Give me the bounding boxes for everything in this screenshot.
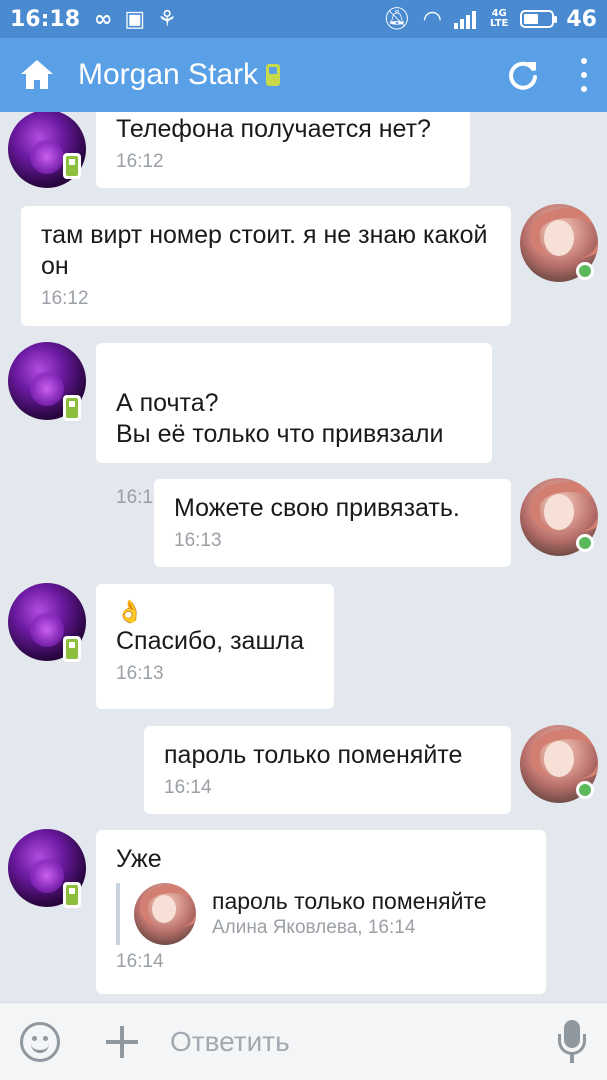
message-text: пароль только поменяйте [164,741,463,769]
message-bubble[interactable]: там вирт номер стоит. я не знаю какой он… [21,206,511,326]
status-time: 16:18 [10,6,81,32]
refresh-icon[interactable] [505,57,541,93]
mobile-status-icon [63,882,81,908]
message-bubble[interactable]: Можете свою привязать. 16:13 [154,479,511,567]
wifi-icon: ◠ [422,6,442,32]
message-text: Спасибо, зашла [116,627,304,655]
message-text: Можете свою привязать. [174,494,460,522]
microphone-icon[interactable] [557,1019,587,1064]
message-text: там вирт номер стоит. я не знаю какой он [41,221,488,280]
mobile-status-icon [63,395,81,421]
ok-hand-emoji: 👌 [116,599,144,624]
battery-icon [520,10,558,28]
quoted-meta: Алина Яковлева, 16:14 [212,917,416,938]
message-time: 16:12 [41,288,89,309]
message-bubble[interactable]: Уже пароль только поменяйте Алина Яковле… [96,830,546,994]
message-text: Уже [116,845,162,873]
message-list[interactable]: Телефона получается нет? 16:12 там вирт … [0,112,607,1002]
online-indicator [576,534,594,552]
message-time: 16:12 [116,151,164,172]
online-indicator [576,262,594,280]
chat-header: Morgan Stark [0,38,607,112]
mobile-status-icon [63,636,81,662]
conversation-title: Morgan Stark [78,58,259,91]
home-icon[interactable] [18,56,56,94]
message-text: А почта? Вы её только что привязали [116,389,444,448]
message-time: 16:14 [164,777,212,798]
message-bubble[interactable]: 👌 Спасибо, зашла 16:13 [96,584,334,709]
mobile-online-icon [266,64,281,86]
signal-icon [454,9,478,29]
message-bubble[interactable]: А почта? Вы её только что привязали 16:1… [96,343,492,508]
more-vertical-icon[interactable] [579,58,589,92]
quoted-message[interactable]: пароль только поменяйте Алина Яковлева, … [116,883,526,945]
reply-input[interactable]: Ответить [170,1026,557,1058]
quoted-text: пароль только поменяйте [212,888,487,914]
mobile-status-icon [63,153,81,179]
message-bubble[interactable]: пароль только поменяйте 16:14 [144,726,511,814]
online-indicator [576,781,594,799]
quoted-avatar [134,883,196,945]
smile-icon[interactable] [20,1021,60,1062]
message-time: 16:13 [174,530,222,551]
message-text: Телефона получается нет? [116,115,431,143]
link-icon: ⚘ [157,6,177,32]
network-type-icon: 4G LTE [490,8,509,29]
mute-icon: 🔕︎ [382,6,411,32]
message-time: 16:13 [116,663,164,684]
status-bar: 16:18 ∞ ▣ ⚘ 🔕︎ ◠ 4G LTE 46 [0,0,607,38]
infinity-icon: ∞ [94,6,113,32]
app-k-icon: ▣ [124,6,146,32]
message-bubble[interactable]: Телефона получается нет? 16:12 [96,112,470,188]
plus-icon[interactable] [106,1025,138,1058]
reply-bar: Ответить [0,1002,607,1080]
battery-level: 46 [566,6,597,32]
message-time: 16:14 [116,951,164,972]
